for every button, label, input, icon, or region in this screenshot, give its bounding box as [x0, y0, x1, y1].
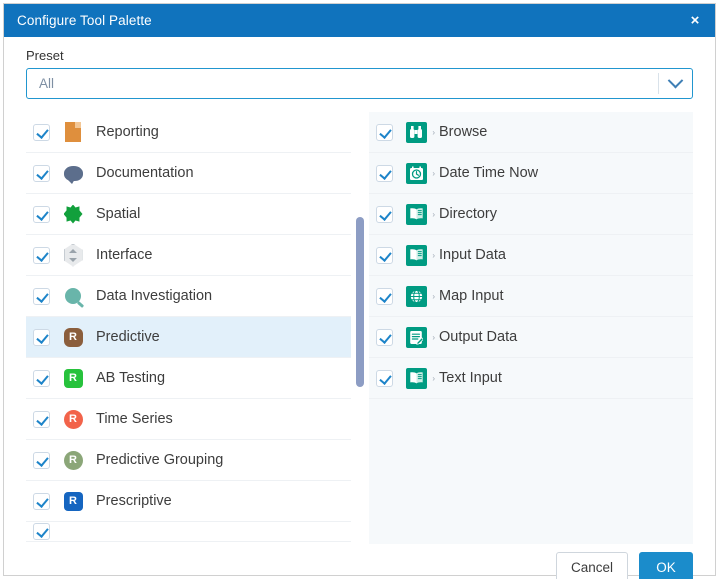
- list-item[interactable]: R Predictive: [26, 317, 351, 358]
- list-item[interactable]: › Output Data: [369, 317, 693, 358]
- checkbox-directory[interactable]: [376, 205, 393, 223]
- tool-category-columns: Reporting Documentation Spatial Interface Da…: [26, 112, 693, 544]
- document-lines-icon: ›: [404, 325, 435, 349]
- list-item[interactable]: R Prescriptive: [26, 481, 351, 522]
- preset-dropdown[interactable]: All: [26, 68, 693, 99]
- list-item[interactable]: › Directory: [369, 194, 693, 235]
- list-item-label: Data Investigation: [96, 288, 213, 304]
- list-item[interactable]: › Input Data: [369, 235, 693, 276]
- r-badge-icon: R: [61, 325, 85, 349]
- r-badge-icon: R: [61, 366, 85, 390]
- checkbox-ab-testing[interactable]: [33, 369, 50, 387]
- speech-bubble-icon: [61, 161, 85, 185]
- expander-chevron-icon[interactable]: ›: [432, 210, 435, 219]
- open-book-icon: ›: [404, 366, 435, 390]
- configure-tool-palette-dialog: Configure Tool Palette × Preset All Repo…: [3, 3, 716, 579]
- list-item-label: Text Input: [439, 370, 502, 386]
- list-item-label: AB Testing: [96, 370, 166, 386]
- clock-icon: ›: [404, 161, 435, 185]
- list-item-label: Input Data: [439, 247, 506, 263]
- expander-chevron-icon[interactable]: ›: [432, 292, 435, 301]
- checkbox-partial[interactable]: [33, 523, 50, 540]
- dialog-footer: Cancel OK: [4, 544, 715, 579]
- list-item[interactable]: › Map Input: [369, 276, 693, 317]
- checkbox-input-data[interactable]: [376, 246, 393, 264]
- checkbox-reporting[interactable]: [33, 123, 50, 141]
- left-category-list[interactable]: Reporting Documentation Spatial Interface Da…: [26, 112, 351, 544]
- expander-chevron-icon[interactable]: ›: [432, 128, 435, 137]
- list-item-label: Time Series: [96, 411, 173, 427]
- list-item[interactable]: R Time Series: [26, 399, 351, 440]
- screenshot-root: Configure Tool Palette × Preset All Repo…: [0, 0, 719, 579]
- dialog-title: Configure Tool Palette: [17, 13, 152, 28]
- r-badge-icon: R: [61, 407, 85, 431]
- ok-button[interactable]: OK: [639, 552, 693, 579]
- list-item[interactable]: › Date Time Now: [369, 153, 693, 194]
- preset-value: All: [39, 76, 55, 91]
- checkbox-map-input[interactable]: [376, 287, 393, 305]
- list-item[interactable]: Reporting: [26, 112, 351, 153]
- list-item-label: Predictive: [96, 329, 160, 345]
- list-item-label: Reporting: [96, 124, 159, 140]
- list-item-label: Predictive Grouping: [96, 452, 224, 468]
- document-icon: [61, 120, 85, 144]
- expander-chevron-icon[interactable]: ›: [432, 169, 435, 178]
- left-list-scrollbar[interactable]: [356, 217, 364, 387]
- checkbox-time-series[interactable]: [33, 410, 50, 428]
- polygon-star-icon: [61, 202, 85, 226]
- list-item[interactable]: › Text Input: [369, 358, 693, 399]
- list-item-label: Documentation: [96, 165, 194, 181]
- list-item[interactable]: › Browse: [369, 112, 693, 153]
- checkbox-data-investigation[interactable]: [33, 287, 50, 305]
- list-item-partial[interactable]: [26, 522, 351, 542]
- list-item[interactable]: Spatial: [26, 194, 351, 235]
- list-item-label: Spatial: [96, 206, 141, 222]
- list-item-label: Directory: [439, 206, 498, 222]
- checkbox-documentation[interactable]: [33, 164, 50, 182]
- list-item[interactable]: R AB Testing: [26, 358, 351, 399]
- open-book-icon: ›: [404, 243, 435, 267]
- right-tool-list[interactable]: › Browse › Date Time Now › Directory › Input Da…: [369, 112, 693, 544]
- list-item-label: Interface: [96, 247, 153, 263]
- list-item-label: Output Data: [439, 329, 518, 345]
- checkbox-interface[interactable]: [33, 246, 50, 264]
- list-item[interactable]: Data Investigation: [26, 276, 351, 317]
- preset-label: Preset: [26, 48, 64, 63]
- checkbox-prescriptive[interactable]: [33, 492, 50, 510]
- expander-chevron-icon[interactable]: ›: [432, 251, 435, 260]
- expander-chevron-icon[interactable]: ›: [432, 374, 435, 383]
- r-badge-icon: R: [61, 489, 85, 513]
- list-item[interactable]: R Predictive Grouping: [26, 440, 351, 481]
- preset-section: Preset All: [4, 37, 715, 99]
- checkbox-browse[interactable]: [376, 123, 393, 141]
- diamond-arrows-icon: [61, 243, 85, 267]
- dialog-titlebar: Configure Tool Palette ×: [4, 4, 715, 37]
- list-item-label: Date Time Now: [439, 165, 539, 181]
- checkbox-predictive-grouping[interactable]: [33, 451, 50, 469]
- list-item[interactable]: Documentation: [26, 153, 351, 194]
- list-item[interactable]: Interface: [26, 235, 351, 276]
- checkbox-output-data[interactable]: [376, 328, 393, 346]
- magnifier-icon: [61, 284, 85, 308]
- close-icon[interactable]: ×: [675, 4, 715, 37]
- binoculars-icon: ›: [404, 120, 435, 144]
- expander-chevron-icon[interactable]: ›: [432, 333, 435, 342]
- checkbox-date-time-now[interactable]: [376, 164, 393, 182]
- globe-icon: ›: [404, 284, 435, 308]
- chevron-down-icon[interactable]: [659, 69, 692, 98]
- list-item-label: Browse: [439, 124, 488, 140]
- r-badge-icon: R: [61, 448, 85, 472]
- checkbox-text-input[interactable]: [376, 369, 393, 387]
- open-book-icon: ›: [404, 202, 435, 226]
- checkbox-predictive[interactable]: [33, 328, 50, 346]
- checkbox-spatial[interactable]: [33, 205, 50, 223]
- cancel-button[interactable]: Cancel: [555, 552, 628, 579]
- list-item-label: Map Input: [439, 288, 504, 304]
- list-item-label: Prescriptive: [96, 493, 172, 509]
